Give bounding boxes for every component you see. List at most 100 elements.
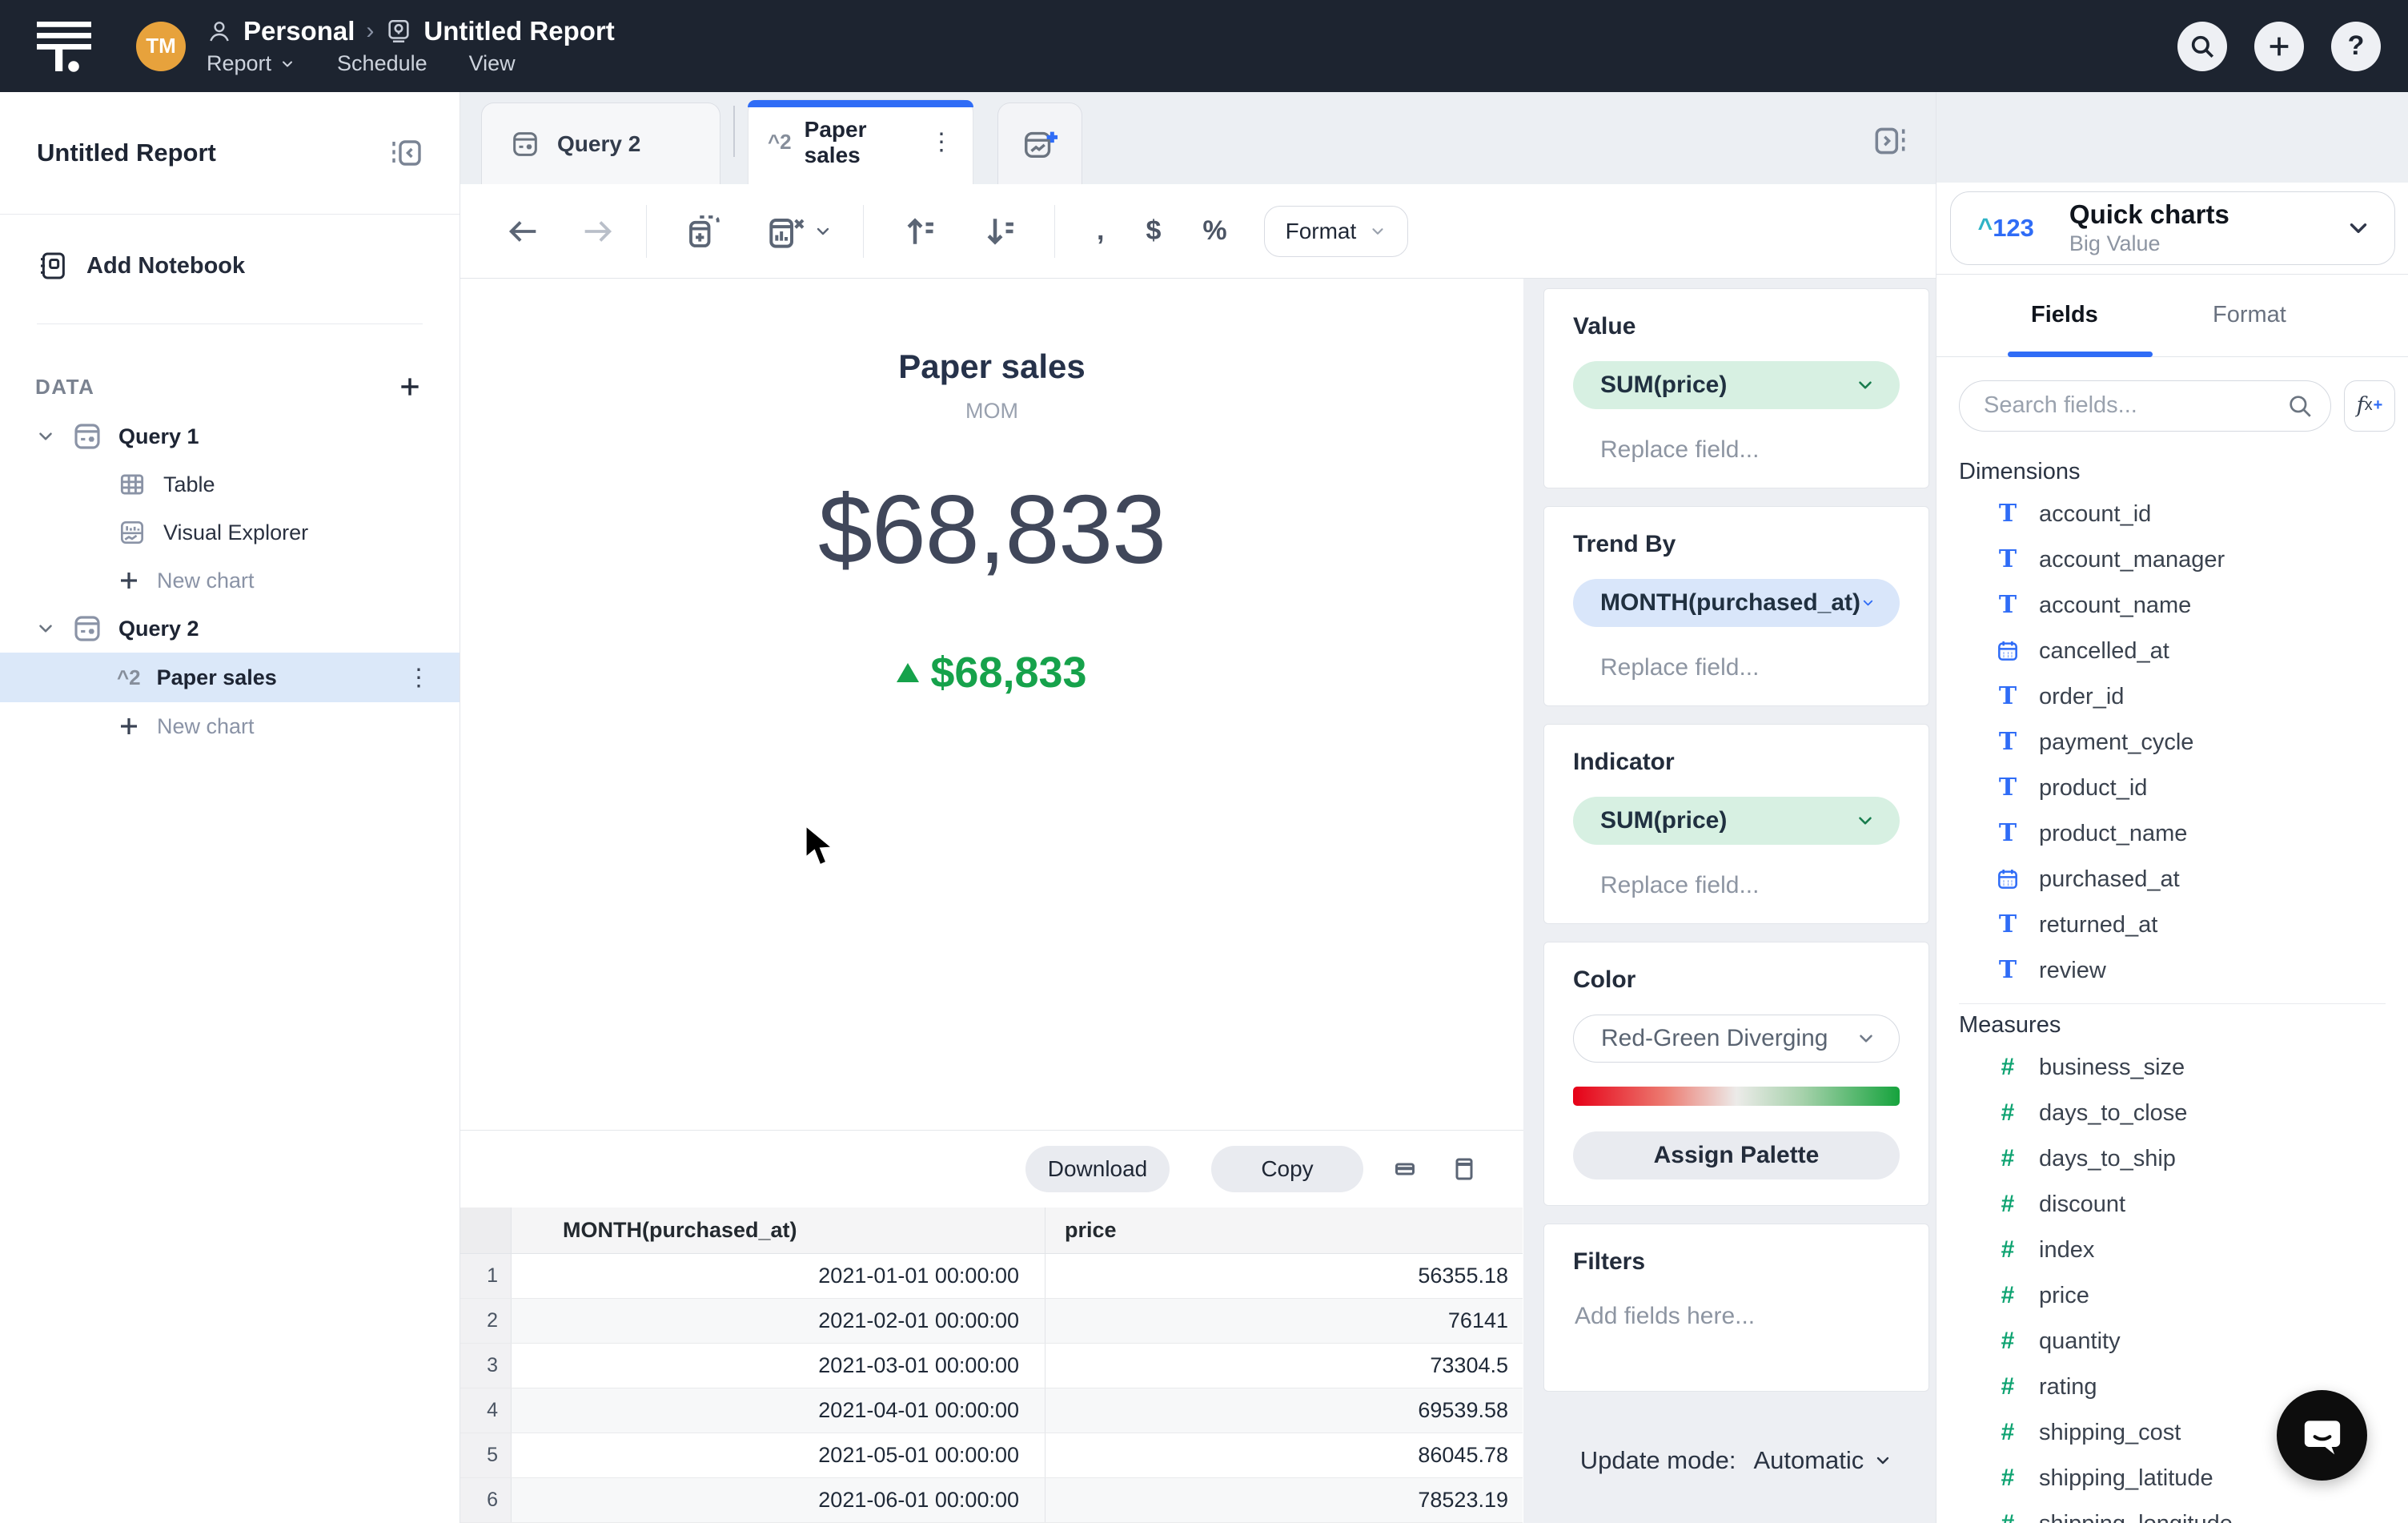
create-new-button[interactable]: [2254, 21, 2304, 71]
undo-arrow-icon[interactable]: [505, 213, 542, 250]
download-button[interactable]: Download: [1025, 1146, 1170, 1193]
field-item[interactable]: # price: [1959, 1273, 2408, 1319]
help-button[interactable]: ?: [2331, 21, 2381, 71]
sidebar-item-paper-sales[interactable]: ^2 Paper sales ⋮: [0, 653, 460, 702]
replace-field-dropzone[interactable]: Replace field...: [1573, 654, 1900, 681]
field-item[interactable]: # quantity: [1959, 1319, 2408, 1364]
update-mode-select[interactable]: Automatic: [1753, 1446, 1892, 1475]
table-grid-icon: [120, 474, 144, 495]
quick-charts-selector[interactable]: ^ 123 Quick charts Big Value: [1949, 191, 2395, 265]
chevron-down-icon[interactable]: [35, 618, 56, 639]
table-row: 2 2021-02-01 00:00:00 76141: [460, 1299, 1523, 1344]
kebab-menu-icon[interactable]: ⋮: [929, 128, 953, 156]
chevron-down-icon: [2350, 223, 2366, 233]
field-item[interactable]: Taccount_id: [1959, 492, 2408, 537]
field-item[interactable]: #shipping_longitude: [1959, 1501, 2408, 1523]
number-field-icon: #: [2001, 1328, 2015, 1355]
tab-format[interactable]: Format: [2213, 302, 2286, 328]
sidebar-item-query1[interactable]: Query 1: [0, 412, 460, 460]
field-item[interactable]: cancelled_at: [1959, 629, 2408, 674]
global-search-button[interactable]: [2177, 21, 2227, 71]
field-item[interactable]: # days_to_close: [1959, 1091, 2408, 1136]
field-item[interactable]: purchased_at: [1959, 857, 2408, 902]
column-header-price: price: [1065, 1218, 1117, 1242]
remove-field-icon[interactable]: [764, 209, 809, 254]
add-formula-button[interactable]: f x +: [2344, 380, 2395, 432]
query-icon: [74, 424, 100, 449]
sidebar-item-new-chart-q1[interactable]: New chart: [0, 557, 460, 605]
chart-config-panel: Value SUM(price) Replace field... Trend …: [1523, 279, 1936, 1523]
field-item[interactable]: Treview: [1959, 948, 2408, 994]
tab-query2[interactable]: Query 2: [481, 102, 720, 184]
text-field-icon: T: [1998, 545, 2017, 574]
field-item[interactable]: # index: [1959, 1228, 2408, 1273]
number-field-icon: #: [2001, 1236, 2015, 1264]
thousands-separator-button[interactable]: ,: [1097, 215, 1104, 247]
user-avatar[interactable]: TM: [136, 21, 186, 71]
dimensions-label: Dimensions: [1959, 458, 2081, 484]
redo-arrow-icon[interactable]: [579, 213, 616, 250]
currency-format-button[interactable]: $: [1146, 215, 1161, 247]
chevron-down-icon[interactable]: [813, 222, 833, 241]
filters-dropzone[interactable]: Add fields here...: [1573, 1303, 1900, 1330]
sidebar-item-visual-explorer[interactable]: Visual Explorer: [0, 508, 460, 557]
add-query-button[interactable]: [397, 374, 423, 400]
value-field-pill[interactable]: SUM(price): [1573, 361, 1900, 409]
breadcrumb-report[interactable]: Untitled Report: [423, 16, 614, 46]
collapsed-view-icon[interactable]: [1391, 1155, 1419, 1183]
search-fields-input[interactable]: [1959, 380, 2331, 432]
field-item[interactable]: Tpayment_cycle: [1959, 720, 2408, 766]
field-item[interactable]: Tproduct_name: [1959, 811, 2408, 857]
menu-report[interactable]: Report: [207, 51, 295, 76]
chevron-down-icon: [283, 61, 293, 66]
field-item[interactable]: Taccount_name: [1959, 583, 2408, 629]
app-logo-icon[interactable]: [35, 20, 93, 73]
sidebar-item-new-chart-q2[interactable]: New chart: [0, 702, 460, 750]
field-item[interactable]: Tproduct_id: [1959, 766, 2408, 811]
tab-fields[interactable]: Fields: [2031, 302, 2098, 328]
chat-widget-button[interactable]: [2277, 1390, 2367, 1481]
palette-gradient-preview: [1573, 1087, 1900, 1106]
sort-descending-icon[interactable]: [981, 210, 1024, 253]
replace-field-dropzone[interactable]: Replace field...: [1573, 872, 1900, 899]
quick-charts-title: Quick charts: [2069, 199, 2229, 230]
sort-ascending-icon[interactable]: [901, 210, 944, 253]
number-field-icon: #: [2001, 1419, 2015, 1446]
toolbar-divider: [863, 204, 864, 258]
expanded-view-icon[interactable]: [1450, 1155, 1479, 1183]
add-chart-tab-button[interactable]: [997, 102, 1082, 184]
menu-schedule[interactable]: Schedule: [337, 51, 427, 76]
trend-field-pill[interactable]: MONTH(purchased_at): [1573, 579, 1900, 627]
menu-view[interactable]: View: [469, 51, 516, 76]
add-notebook-button[interactable]: Add Notebook: [0, 250, 460, 282]
column-header-month: MONTH(purchased_at): [512, 1208, 1045, 1253]
field-item[interactable]: # days_to_ship: [1959, 1136, 2408, 1182]
results-action-bar: Download Copy: [460, 1130, 1523, 1208]
text-field-icon: T: [1998, 728, 2017, 757]
replace-field-dropzone[interactable]: Replace field...: [1573, 436, 1900, 464]
chevron-down-icon[interactable]: [35, 426, 56, 447]
breadcrumb-workspace[interactable]: Personal: [243, 16, 355, 46]
field-item[interactable]: Torder_id: [1959, 674, 2408, 720]
add-field-icon[interactable]: [684, 210, 727, 253]
field-item[interactable]: # discount: [1959, 1182, 2408, 1228]
indicator-field-pill[interactable]: SUM(price): [1573, 797, 1900, 845]
collapse-sidebar-icon[interactable]: [387, 134, 426, 172]
sidebar-item-query2[interactable]: Query 2: [0, 605, 460, 653]
chevron-down-icon: [1859, 381, 1872, 389]
field-item[interactable]: # business_size: [1959, 1045, 2408, 1091]
format-dropdown-button[interactable]: Format: [1263, 205, 1409, 257]
field-item[interactable]: Treturned_at: [1959, 902, 2408, 948]
field-item[interactable]: Taccount_manager: [1959, 537, 2408, 583]
expand-panel-icon[interactable]: [1870, 121, 1910, 161]
question-mark-icon: ?: [2347, 30, 2365, 61]
tab-paper-sales-active[interactable]: ^2 Paper sales ⋮: [748, 99, 973, 184]
copy-button[interactable]: Copy: [1211, 1146, 1363, 1193]
chevron-down-icon: [1863, 600, 1873, 606]
palette-select[interactable]: Red-Green Diverging: [1573, 1015, 1900, 1063]
sidebar-item-table[interactable]: Table: [0, 460, 460, 508]
percent-format-button[interactable]: %: [1202, 215, 1226, 247]
tab-strip-right: [1936, 92, 2408, 183]
assign-palette-button[interactable]: Assign Palette: [1573, 1131, 1900, 1179]
kebab-menu-icon[interactable]: ⋮: [407, 664, 431, 692]
